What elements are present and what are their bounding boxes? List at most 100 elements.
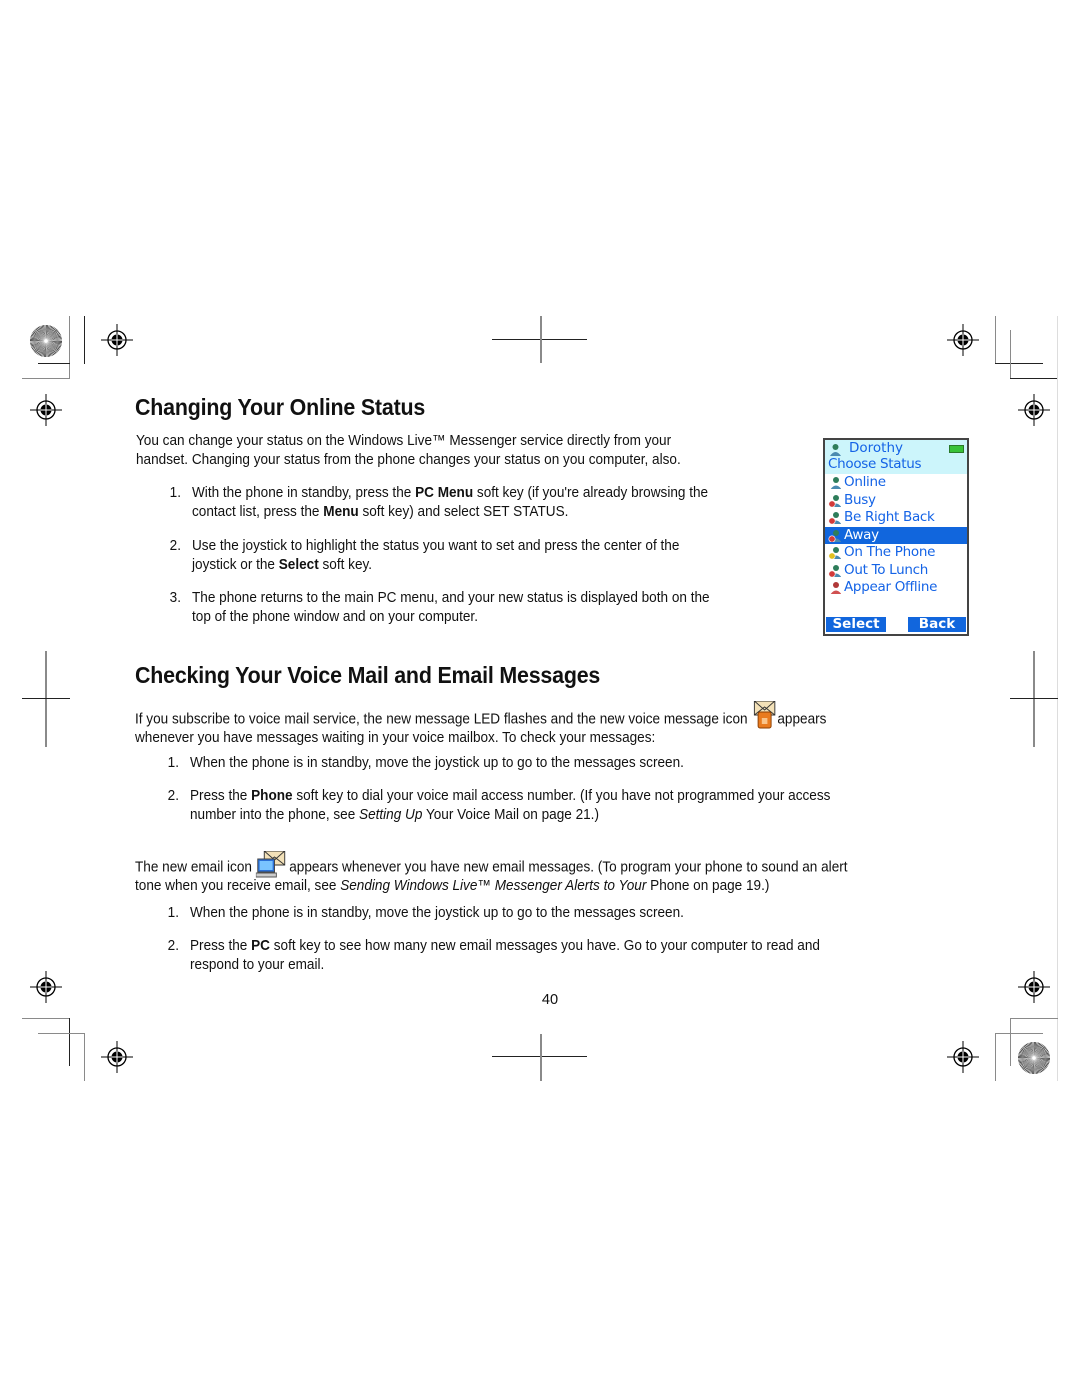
center-mark (1033, 651, 1035, 747)
intro-text: appears whenever you have new email mess… (285, 859, 848, 876)
center-mark (1010, 698, 1058, 699)
page-number: 40 (541, 992, 559, 1008)
crop-mark (38, 363, 70, 364)
user-phone-icon (828, 547, 841, 559)
status-option-out-to-lunch[interactable]: Out To Lunch (825, 562, 967, 580)
email-step-2: 2. Press the PC soft key to see how many… (168, 937, 820, 974)
step-text: The phone returns to the main PC menu, a… (192, 590, 710, 606)
user-icon (830, 444, 841, 456)
user-brb-icon (828, 512, 841, 524)
intro-line: handset. Changing your status from the p… (136, 451, 681, 468)
cross-reference: Sending Windows Live™ Messenger Alerts t… (340, 878, 647, 894)
pc-key-label: PC (251, 938, 270, 954)
step-text: When the phone is in standby, move the j… (190, 905, 684, 921)
step-text: soft key) and select SET STATUS. (358, 503, 569, 520)
user-offline-icon (830, 582, 841, 594)
center-mark (22, 698, 70, 699)
status-option-busy[interactable]: Busy (825, 492, 967, 510)
intro-text: appears (777, 711, 827, 728)
step-number: 2. (169, 538, 181, 554)
step-text: Your Voice Mail on page 21.) (422, 806, 599, 823)
intro-text: Phone on page 19.) (646, 878, 770, 894)
user-online-icon (830, 477, 841, 489)
step-number: 2. (167, 788, 179, 804)
step-text: respond to your email. (190, 956, 325, 973)
status-option-label: Away (844, 526, 879, 543)
status-option-online[interactable]: Online (825, 474, 967, 492)
status-step-1: 1. With the phone in standby, press the … (170, 484, 708, 521)
crop-mark (38, 1033, 85, 1034)
status-option-label: Out To Lunch (844, 561, 929, 578)
step-number: 1. (167, 905, 179, 921)
crop-mark (69, 1018, 70, 1066)
intro-line: You can change your status on the Window… (136, 433, 672, 449)
status-step-3: 3. The phone returns to the main PC menu… (170, 589, 710, 626)
center-mark (540, 1034, 542, 1081)
intro-text: If you subscribe to voice mail service, … (135, 711, 752, 728)
status-option-appear-offline[interactable]: Appear Offline (825, 579, 967, 597)
registration-target-icon (101, 1041, 133, 1073)
voice-message-icon (753, 701, 776, 729)
step-text: soft key. (318, 556, 373, 573)
step-text: Press the (190, 938, 252, 954)
status-option-label: Be Right Back (844, 509, 935, 525)
registration-target-icon (1018, 971, 1050, 1003)
crop-mark (1010, 330, 1011, 379)
status-option-on-the-phone[interactable]: On The Phone (825, 544, 967, 562)
status-option-away[interactable]: Away (825, 526, 967, 544)
status-option-label: Busy (844, 491, 876, 508)
step-text: top of the phone window and on your comp… (192, 608, 478, 625)
registration-target-icon (101, 324, 133, 356)
status-list: Online Busy Be Right Back Away On The Phone O… (825, 474, 967, 597)
section2-intro: If you subscribe to voice mail service, … (135, 701, 826, 748)
menu-key-label: Menu (323, 503, 359, 520)
status-option-label: Online (844, 474, 886, 490)
step-number: 1. (167, 755, 179, 771)
status-option-label: On The Phone (844, 544, 936, 560)
phone-screen-title: Choose Status (828, 456, 922, 472)
step-number: 3. (169, 590, 181, 606)
starburst-mark-icon (1018, 1042, 1050, 1074)
registration-target-icon (30, 971, 62, 1003)
crop-mark (1010, 1018, 1011, 1066)
crop-mark (1010, 378, 1058, 379)
crop-mark (995, 363, 1043, 364)
cross-reference: Setting Up (359, 806, 423, 823)
step-text: Press the (190, 788, 252, 804)
intro-text: whenever you have messages waiting in yo… (135, 730, 656, 746)
step-text: contact list, press the (192, 503, 324, 520)
user-lunch-icon (828, 564, 841, 577)
center-mark (540, 316, 542, 363)
back-softkey[interactable]: Back (908, 617, 966, 632)
phone-user-name: Dorothy (849, 440, 904, 456)
starburst-mark-icon (30, 325, 62, 357)
registration-target-icon (947, 324, 979, 356)
select-softkey[interactable]: Select (826, 617, 886, 632)
pc-menu-key-label: PC Menu (415, 485, 474, 501)
registration-target-icon (30, 394, 62, 426)
user-away-icon (828, 529, 841, 542)
crop-mark (22, 1018, 70, 1019)
step-text: When the phone is in standby, move the j… (190, 755, 684, 771)
intro-text: The new email icon (135, 859, 256, 876)
registration-target-icon (1018, 394, 1050, 426)
intro-text: tone when you receive email, see (135, 878, 341, 894)
select-key-label: Select (278, 556, 319, 573)
step-text: soft key to see how many new email messa… (269, 938, 820, 954)
status-option-label: Appear Offline (844, 579, 938, 595)
step-text: joystick or the (192, 556, 279, 573)
voice-step-1: 1. When the phone is in standby, move th… (168, 754, 684, 773)
section1-intro: You can change your status on the Window… (136, 432, 681, 469)
registration-target-icon (947, 1041, 979, 1073)
email-icon (255, 851, 286, 878)
status-option-be-right-back[interactable]: Be Right Back (825, 509, 967, 527)
crop-mark (84, 1033, 85, 1081)
crop-mark (69, 316, 70, 379)
section-heading-online-status: Changing Your Online Status (135, 394, 426, 420)
crop-mark (995, 1033, 996, 1081)
crop-mark (84, 316, 85, 364)
status-step-2: 2. Use the joystick to highlight the sta… (170, 537, 680, 574)
email-intro: The new email icon appears whenever you … (135, 851, 848, 896)
voice-step-2: 2. Press the Phone soft key to dial your… (168, 787, 831, 824)
step-number: 2. (167, 938, 179, 954)
